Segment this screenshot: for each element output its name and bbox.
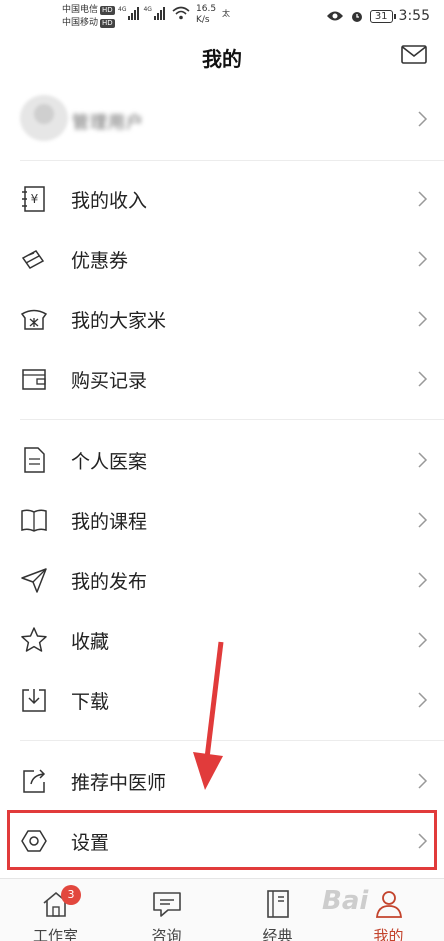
- tab-consult[interactable]: 咨询: [111, 879, 222, 941]
- divider: [20, 740, 444, 741]
- classic-book-icon: [267, 890, 289, 918]
- chevron-right-icon: [418, 692, 428, 708]
- ledger-icon: ¥: [22, 186, 45, 212]
- menu-item-purchase[interactable]: 购买记录: [0, 349, 444, 409]
- svg-text:¥: ¥: [31, 192, 39, 206]
- chevron-right-icon: [418, 452, 428, 468]
- chevron-right-icon: [418, 111, 428, 127]
- chevron-right-icon: [418, 191, 428, 207]
- carrier-2: 中国移动: [62, 18, 99, 28]
- page-title: 我的: [202, 47, 242, 71]
- menu-label-publish: 我的发布: [71, 571, 148, 593]
- user-icon: [376, 891, 402, 918]
- rice-bag-icon: [20, 309, 48, 330]
- status-extra: 太: [222, 9, 230, 18]
- menu-label-download: 下载: [71, 691, 110, 713]
- document-icon: [24, 447, 45, 473]
- bottom-tab-bar: 3 工作室 咨询 经典 我的: [0, 878, 444, 941]
- carrier-1: 中国电信: [62, 5, 99, 15]
- menu-item-publish[interactable]: 我的发布: [0, 550, 444, 610]
- tab-label-studio: 工作室: [32, 927, 78, 941]
- star-icon: [21, 627, 47, 652]
- share-icon: [23, 769, 46, 793]
- signal-icon: 4G: [118, 6, 140, 20]
- battery-indicator: 31: [369, 9, 396, 23]
- chevron-right-icon: [418, 512, 428, 528]
- hd-badge: HD: [100, 19, 115, 28]
- user-name: 管理用户: [72, 113, 144, 133]
- menu-label-case: 个人医案: [71, 451, 148, 473]
- chat-icon: [153, 892, 181, 917]
- menu-label-income: 我的收入: [71, 190, 148, 212]
- menu-label-recommend: 推荐中医师: [71, 772, 167, 794]
- tab-classic[interactable]: 经典: [222, 879, 333, 941]
- notification-badge: 3: [61, 885, 81, 905]
- profile-row[interactable]: 管理用户: [0, 78, 444, 160]
- tab-label-classic: 经典: [262, 927, 293, 941]
- book-icon: [21, 509, 47, 532]
- carrier-info: 中国电信 HD 中国移动 HD: [62, 4, 115, 30]
- tab-studio[interactable]: 3 工作室: [0, 879, 111, 941]
- alarm-icon: [351, 12, 362, 22]
- hd-badge: HD: [100, 6, 115, 15]
- download-icon: [22, 689, 46, 712]
- menu-item-income[interactable]: ¥ 我的收入: [0, 169, 444, 229]
- annotation-arrow-icon: [193, 641, 224, 790]
- chevron-right-icon: [418, 773, 428, 789]
- menu-label-coupon: 优惠券: [71, 250, 129, 272]
- signal-icons: 4G 4G: [118, 6, 165, 20]
- header: 我的: [0, 34, 444, 78]
- chevron-right-icon: [418, 632, 428, 648]
- menu-item-coupon[interactable]: 优惠券: [0, 229, 444, 289]
- mail-icon[interactable]: [400, 42, 428, 66]
- menu-item-case[interactable]: 个人医案: [0, 430, 444, 490]
- avatar: [20, 95, 68, 141]
- menu-item-course[interactable]: 我的课程: [0, 490, 444, 550]
- divider: [20, 160, 444, 161]
- tab-label-mine: 我的: [373, 927, 404, 941]
- menu-label-course: 我的课程: [71, 511, 148, 533]
- coupon-icon: [21, 250, 45, 269]
- status-bar: 中国电信 HD 中国移动 HD 4G 4G 16.5 K/s 太 31 3:55: [0, 0, 444, 34]
- chevron-right-icon: [418, 311, 428, 327]
- menu-item-rice[interactable]: 我的大家米: [0, 289, 444, 349]
- signal-icon: 4G: [143, 6, 165, 20]
- watermark: Bai: [322, 886, 369, 916]
- network-speed: 16.5 K/s: [196, 4, 217, 25]
- divider: [20, 419, 444, 420]
- tab-label-consult: 咨询: [151, 927, 182, 941]
- highlight-box: [7, 810, 437, 870]
- menu-label-purchase: 购买记录: [71, 370, 148, 392]
- wallet-icon: [22, 369, 46, 390]
- chevron-right-icon: [418, 371, 428, 387]
- chevron-right-icon: [418, 572, 428, 588]
- send-icon: [21, 568, 47, 593]
- chevron-right-icon: [418, 251, 428, 267]
- menu-label-rice: 我的大家米: [71, 310, 167, 332]
- eye-icon: [326, 11, 343, 21]
- menu-label-favorite: 收藏: [71, 631, 110, 653]
- clock: 3:55: [398, 8, 430, 24]
- wifi-icon: [172, 6, 190, 20]
